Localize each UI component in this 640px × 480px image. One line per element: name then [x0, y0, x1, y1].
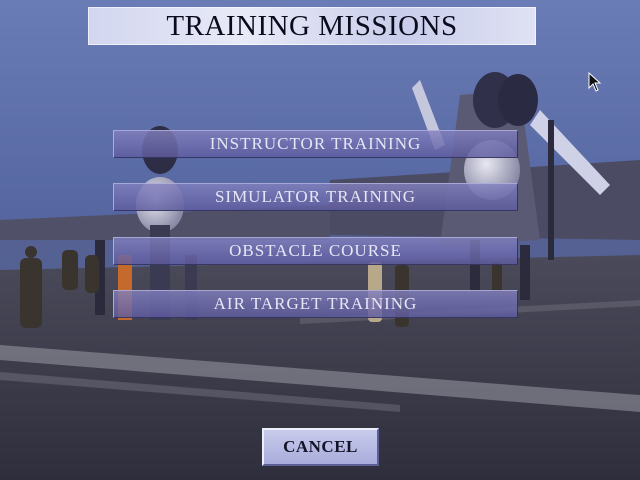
mouse-cursor-icon — [588, 72, 602, 92]
button-label: SIMULATOR TRAINING — [214, 187, 417, 206]
button-label: INSTRUCTOR TRAINING — [209, 134, 422, 153]
instructor-training-button[interactable]: INSTRUCTOR TRAINING — [113, 130, 518, 158]
air-target-training-button[interactable]: AIR TARGET TRAINING — [113, 290, 518, 318]
simulator-training-button[interactable]: SIMULATOR TRAINING — [113, 183, 518, 211]
button-label: AIR TARGET TRAINING — [213, 294, 418, 313]
page-title: TRAINING MISSIONS — [166, 9, 458, 42]
title-banner: TRAINING MISSIONS — [88, 7, 536, 45]
cancel-button[interactable]: CANCEL — [262, 428, 379, 466]
button-label: CANCEL — [283, 437, 358, 456]
obstacle-course-button[interactable]: OBSTACLE COURSE — [113, 237, 518, 265]
button-label: OBSTACLE COURSE — [229, 241, 402, 260]
